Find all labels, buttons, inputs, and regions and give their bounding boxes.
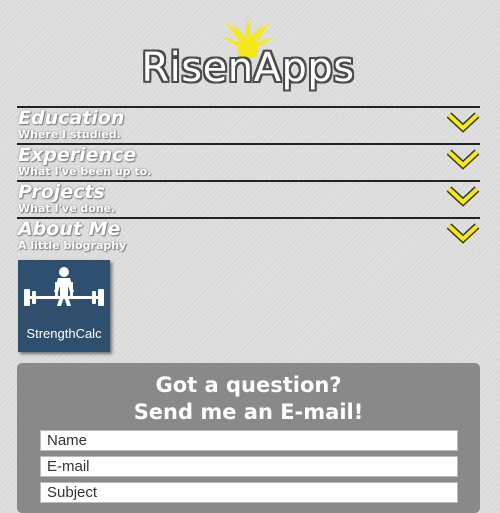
nav-item-subtitle: A little biography <box>18 239 127 252</box>
nav-item-education[interactable]: Education Where I studied. <box>17 106 480 143</box>
nav-item-subtitle: Where I studied. <box>18 128 121 141</box>
nav-item-title: Education <box>18 107 125 129</box>
chevron-down-icon[interactable] <box>446 148 480 170</box>
nav-item-title: Experience <box>18 144 137 166</box>
site-logo[interactable]: RisenApps <box>128 14 368 98</box>
contact-heading-line1: Got a question? <box>155 373 342 397</box>
nav-item-title: About Me <box>18 218 121 240</box>
app-tile-label: StrengthCalc <box>26 326 102 341</box>
nav-item-subtitle: What I've been up to. <box>18 165 152 178</box>
contact-heading-line2: Send me an E-mail! <box>133 400 364 424</box>
section-nav: Education Where I studied. Experience Wh… <box>17 106 480 254</box>
nav-item-subtitle: What I've done. <box>18 202 116 215</box>
nav-item-title: Projects <box>18 181 105 203</box>
email-field[interactable] <box>40 456 458 477</box>
logo-text: RisenApps <box>141 45 355 91</box>
contact-heading: Got a question? Send me an E-mail! <box>17 372 480 426</box>
chevron-down-icon[interactable] <box>446 185 480 207</box>
app-tile-strengthcalc[interactable]: StrengthCalc <box>18 260 110 352</box>
chevron-down-icon[interactable] <box>446 222 480 244</box>
nav-item-about-me[interactable]: About Me A little biography <box>17 217 480 254</box>
name-field[interactable] <box>40 430 458 451</box>
nav-item-experience[interactable]: Experience What I've been up to. <box>17 143 480 180</box>
nav-item-projects[interactable]: Projects What I've done. <box>17 180 480 217</box>
contact-panel: Got a question? Send me an E-mail! <box>17 363 480 513</box>
chevron-down-icon[interactable] <box>446 111 480 133</box>
